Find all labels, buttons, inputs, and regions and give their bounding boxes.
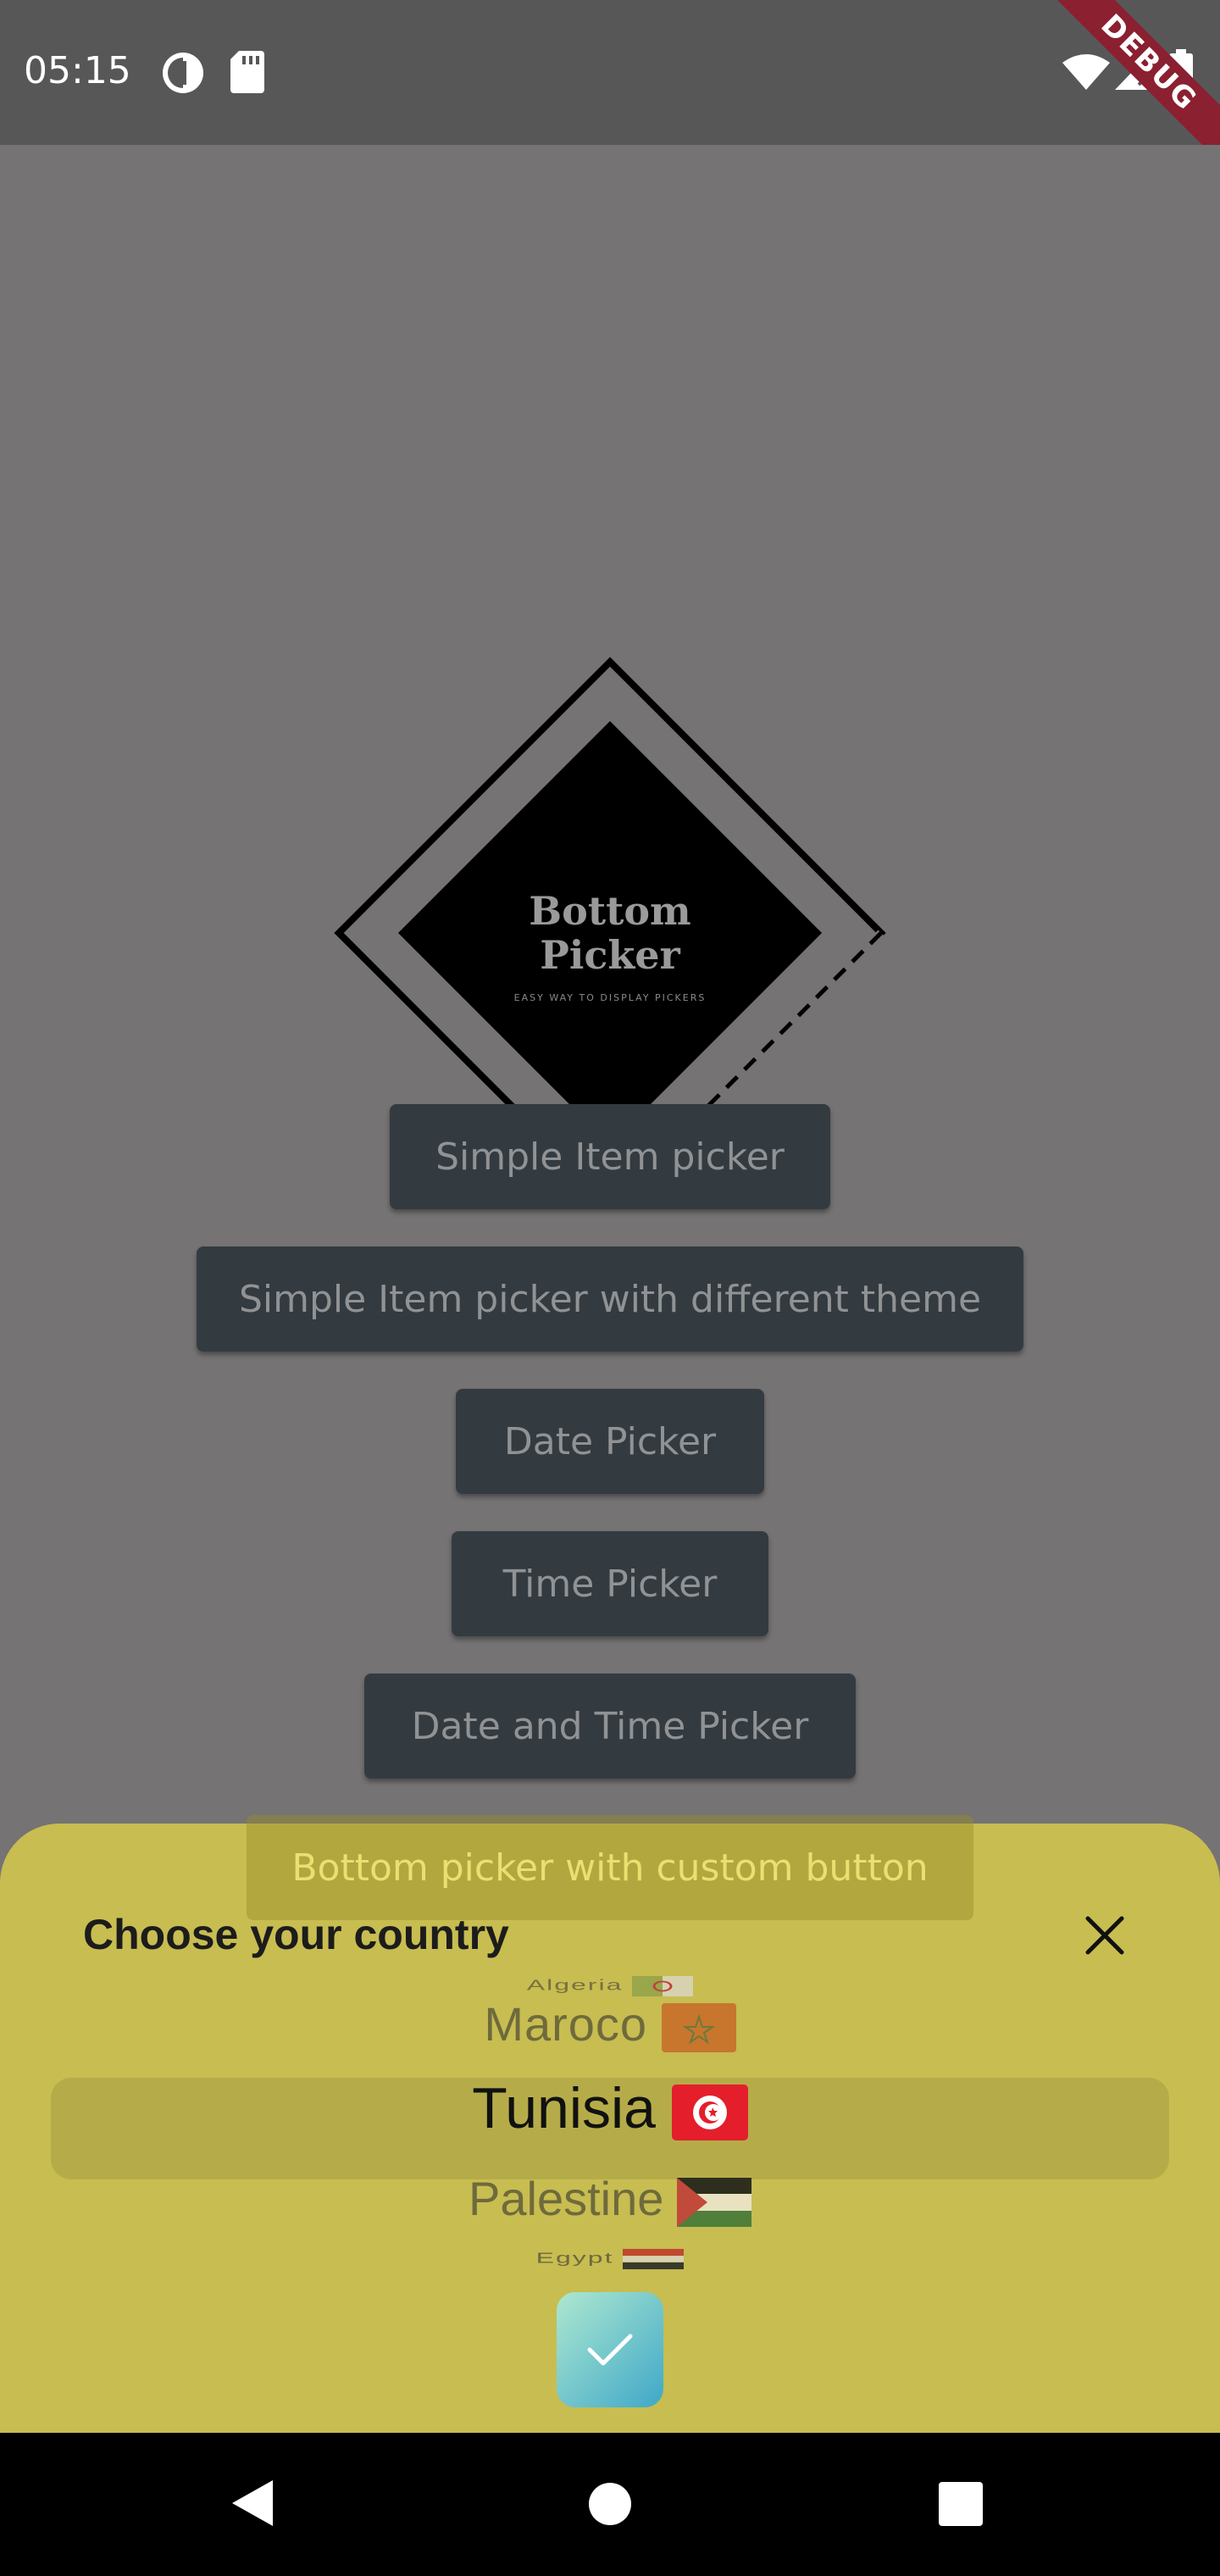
- picker-item-algeria[interactable]: Algeria: [0, 1975, 1220, 1997]
- picker-item-label: Egypt: [535, 2249, 614, 2267]
- recents-icon[interactable]: [939, 2482, 983, 2526]
- confirm-button[interactable]: [557, 2292, 663, 2407]
- logo-title-line2: Picker: [540, 932, 680, 978]
- date-picker-button[interactable]: Date Picker: [456, 1389, 764, 1494]
- picker-item-maroco[interactable]: Maroco: [0, 1996, 1220, 2053]
- tunisia-flag-icon: [671, 2085, 748, 2141]
- picker-item-label: Algeria: [526, 1976, 624, 1994]
- navigation-bar: [0, 2433, 1220, 2576]
- date-time-picker-button[interactable]: Date and Time Picker: [364, 1674, 856, 1779]
- egypt-flag-icon: [623, 2248, 685, 2270]
- picker-item-label: Maroco: [484, 1997, 648, 2051]
- morocco-flag-icon: [661, 2003, 736, 2053]
- wifi-icon: [1062, 54, 1110, 90]
- time-picker-button[interactable]: Time Picker: [452, 1531, 768, 1636]
- check-icon: [587, 2334, 633, 2366]
- home-icon[interactable]: [588, 2482, 632, 2526]
- data-saver-icon: [163, 53, 203, 93]
- logo-tagline: EASY WAY TO DISPLAY PICKERS: [514, 992, 707, 1003]
- simple-item-picker-button[interactable]: Simple Item picker: [390, 1104, 830, 1209]
- palestine-flag-icon: [676, 2178, 751, 2228]
- algeria-flag-icon: [632, 1975, 694, 1997]
- picker-item-egypt[interactable]: Egypt: [0, 2248, 1220, 2270]
- status-time: 05:15: [24, 49, 131, 92]
- logo-title-line1: Bottom: [529, 888, 690, 934]
- picker-item-label: Palestine: [469, 2172, 664, 2225]
- picker-item-palestine[interactable]: Palestine: [0, 2171, 1220, 2228]
- custom-button-picker-button[interactable]: Bottom picker with custom button: [247, 1815, 973, 1920]
- simple-item-picker-theme-button[interactable]: Simple Item picker with different theme: [197, 1246, 1023, 1352]
- picker-item-tunisia[interactable]: Tunisia: [0, 2075, 1220, 2141]
- status-bar: 05:15 DEBUG: [0, 0, 1220, 168]
- back-icon[interactable]: [229, 2477, 276, 2529]
- close-icon[interactable]: [1083, 1913, 1127, 1957]
- sd-card-icon: [230, 51, 264, 93]
- picker-item-label: Tunisia: [472, 2076, 656, 2140]
- sheet-title: Choose your country: [83, 1911, 509, 1958]
